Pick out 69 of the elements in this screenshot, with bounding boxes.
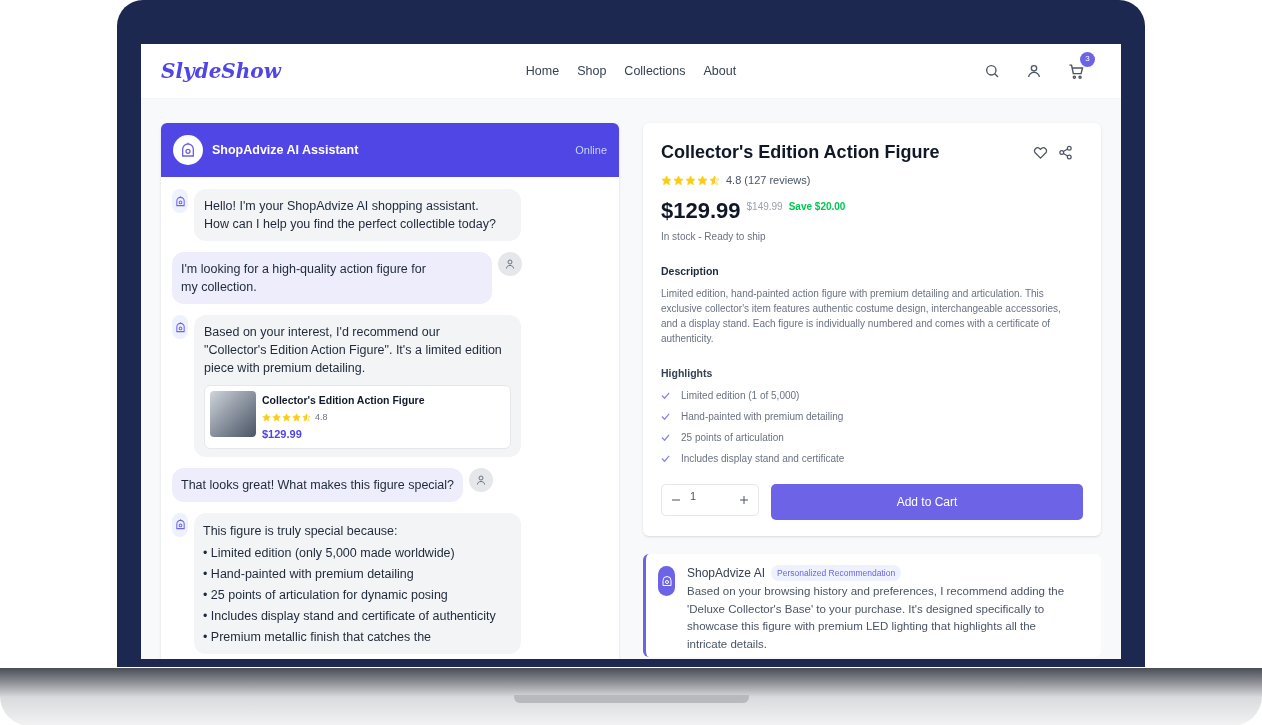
robot-icon bbox=[180, 142, 196, 158]
product-name: Collector's Edition Action Figure bbox=[262, 393, 425, 408]
person-icon bbox=[504, 258, 516, 270]
stock-status: In stock - Ready to ship bbox=[661, 229, 767, 244]
heart-icon[interactable] bbox=[1033, 145, 1048, 160]
star-icon bbox=[673, 174, 684, 186]
robot-icon bbox=[174, 519, 186, 531]
robot-icon bbox=[660, 575, 673, 587]
person-icon bbox=[475, 473, 488, 486]
star-icon bbox=[272, 413, 281, 422]
online-status: Online bbox=[575, 142, 607, 158]
recommendation-text: Based on your browsing history and preferences, I recommend adding the 'Deluxe Collector's Base' to your purchase. It's designed specifically to showcase this figure with premium LED lighting that highlights all the intricate details. bbox=[687, 584, 1066, 652]
check-icon bbox=[661, 412, 670, 421]
star-icon bbox=[262, 413, 271, 422]
star-icon bbox=[302, 413, 311, 422]
user-icon[interactable] bbox=[1026, 63, 1042, 79]
add-to-cart-button[interactable]: Add to Cart bbox=[771, 484, 1083, 520]
nav-link[interactable]: About bbox=[703, 61, 737, 81]
check-icon bbox=[661, 433, 670, 442]
product-title: Collector's Edition Action Figure bbox=[661, 141, 940, 164]
photo-placeholder bbox=[210, 391, 256, 437]
search-icon[interactable] bbox=[984, 63, 1000, 79]
savings-text: Save $20.00 bbox=[788, 199, 846, 214]
bullet-point: • Includes display stand and certificate of authenticity bbox=[203, 607, 497, 625]
rating-text: 4.8 (127 reviews) bbox=[726, 173, 811, 188]
logo[interactable]: SlydeShow bbox=[161, 56, 461, 86]
bullet-point: • Hand-painted with premium detailing bbox=[203, 565, 415, 583]
star-icon bbox=[661, 174, 672, 186]
cart-icon[interactable] bbox=[1068, 62, 1085, 80]
share-icon[interactable] bbox=[1058, 145, 1073, 160]
description-heading: Description bbox=[661, 263, 720, 279]
star-icon bbox=[282, 413, 291, 422]
message-text: That looks great! What makes this figure special? bbox=[181, 476, 455, 494]
nav-link[interactable]: Collections bbox=[624, 61, 686, 81]
check-icon bbox=[661, 391, 670, 400]
message-text: Based on your interest, I'd recommend our "Collector's Edition Action Figure". It's a limited edition piece with premium detailing. bbox=[204, 324, 503, 377]
plus-icon[interactable] bbox=[740, 496, 748, 504]
message-text: I'm looking for a high-quality action figure for my collection. bbox=[181, 261, 427, 296]
cart-count-badge: 3 bbox=[1080, 51, 1095, 67]
chat-title: ShopAdvize AI Assistant bbox=[212, 141, 359, 159]
bullet-point: • Premium metallic finish that catches the bbox=[203, 628, 433, 646]
quantity-stepper[interactable]: 1 bbox=[661, 484, 759, 516]
sender-name: ShopAdvize AI bbox=[687, 565, 766, 582]
product-price: $129.99 bbox=[661, 196, 741, 225]
star-icon bbox=[697, 174, 708, 186]
star-icon bbox=[709, 174, 720, 186]
highlight-text: Limited edition (1 of 5,000) bbox=[681, 389, 800, 403]
check-icon bbox=[661, 454, 670, 463]
quantity-value[interactable]: 1 bbox=[690, 488, 697, 505]
original-price: $149.99 bbox=[746, 199, 783, 214]
highlights-heading: Highlights bbox=[661, 366, 714, 382]
highlight-text: Hand-painted with premium detailing bbox=[681, 410, 844, 424]
recommendation-tag: Personalized Recommendation bbox=[771, 564, 902, 582]
bullet-point: • Limited edition (only 5,000 made worldwide) bbox=[203, 544, 456, 562]
highlight-text: Includes display stand and certificate bbox=[681, 452, 845, 466]
product-description: Limited edition, hand-painted action figure with premium detailing and articulation. This exclusive collector's item features authentic costume design, interchangeable accessories, and a display stand. Each figure is individually numbered and comes with a certificate of authenticity. bbox=[661, 287, 1062, 347]
star-icon bbox=[685, 174, 696, 186]
robot-icon bbox=[174, 321, 186, 333]
product-price: $129.99 bbox=[262, 427, 303, 443]
message-text: Hello! I'm your ShopAdvize AI shopping assistant. How can I help you find the perfect collectible today? bbox=[204, 198, 497, 233]
bullet-point: • 25 points of articulation for dynamic posing bbox=[203, 586, 449, 604]
nav-link[interactable]: Home bbox=[525, 61, 560, 81]
nav-link[interactable]: Shop bbox=[577, 61, 607, 81]
product-preview-card[interactable]: Collector's Edition Action Figure 4.8 $129.99 bbox=[204, 385, 511, 449]
rating-value: 4.8 bbox=[315, 410, 328, 424]
message-text: This figure is truly special because: bbox=[203, 522, 399, 540]
robot-icon bbox=[174, 195, 186, 207]
star-icon bbox=[292, 413, 301, 422]
highlight-text: 25 points of articulation bbox=[681, 431, 784, 445]
